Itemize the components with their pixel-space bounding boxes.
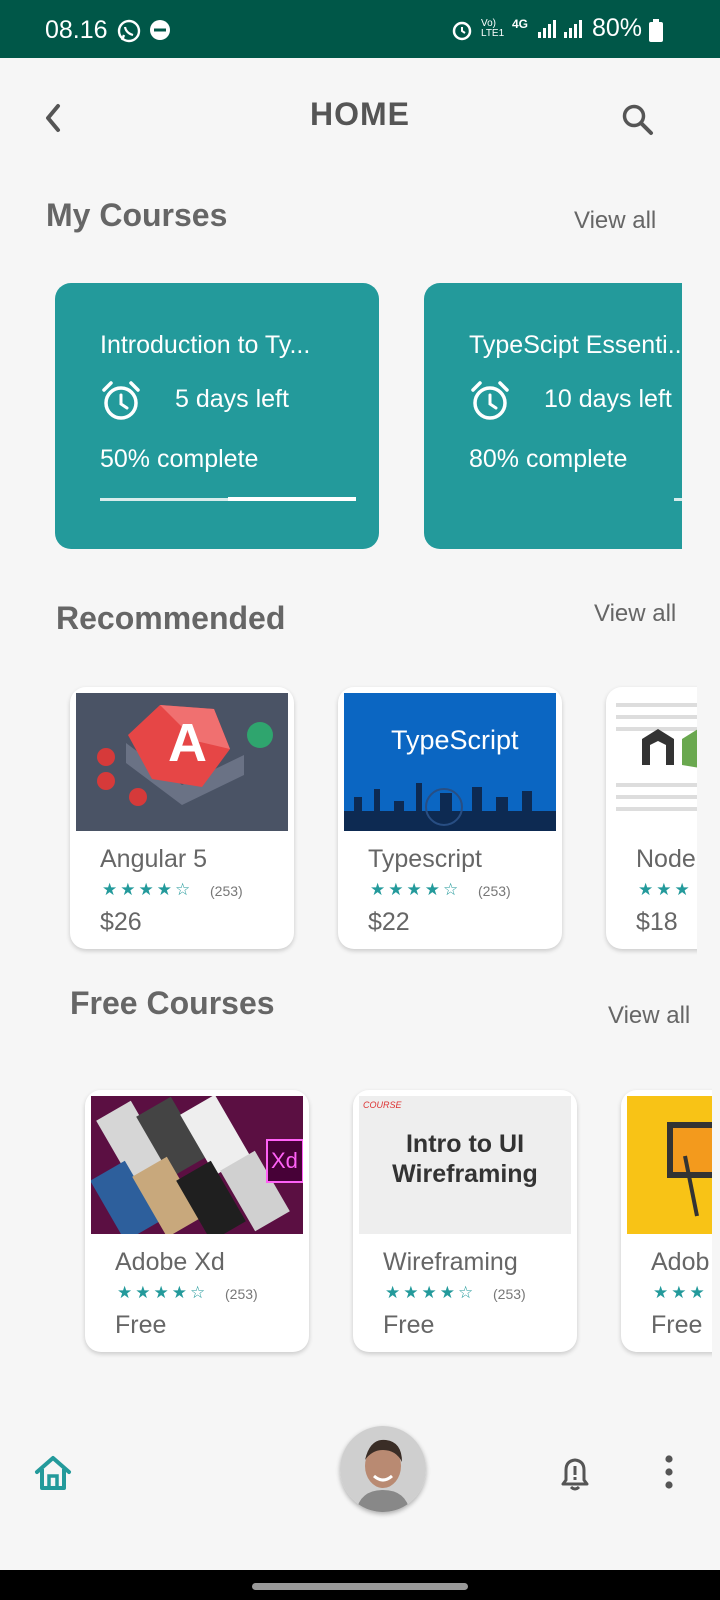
thumbnail-tag: COURSE	[363, 1100, 402, 1110]
course-price: Free	[383, 1311, 435, 1339]
star-rating: ★★★★☆	[102, 880, 194, 899]
angular-logo-icon: A	[97, 705, 273, 806]
rating-count: (253)	[478, 883, 511, 899]
progress-bar	[100, 497, 356, 501]
course-thumbnail: Xd	[91, 1096, 303, 1234]
course-card-adobe-xd[interactable]: Xd Adobe Xd ★★★★☆ (253) Free	[85, 1090, 309, 1352]
my-course-name: Introduction to Ty...	[100, 331, 311, 359]
course-price: $18	[636, 908, 678, 936]
course-price: $26	[100, 908, 142, 936]
progress-label: 50% complete	[100, 445, 259, 473]
progress-bar	[469, 497, 682, 501]
my-courses-carousel[interactable]: Introduction to Ty... 5 days left 50% co…	[0, 0, 682, 600]
free-courses-carousel[interactable]: Xd Adobe Xd ★★★★☆ (253) Free COURSE Intr…	[0, 1060, 712, 1360]
star-rating: ★★★★☆	[117, 1283, 209, 1302]
free-courses-title: Free Courses	[70, 985, 275, 1021]
star-rating: ★★★	[638, 880, 693, 899]
recommended-carousel[interactable]: A Angular 5 ★★★★☆ (253) $26 TypeScript T…	[0, 660, 697, 960]
course-thumbnail: TypeScript	[344, 693, 556, 831]
course-card-angular[interactable]: A Angular 5 ★★★★☆ (253) $26	[70, 687, 294, 949]
bottom-navigation	[0, 1410, 720, 1570]
rating-count: (253)	[210, 883, 243, 899]
rating-count: (253)	[225, 1286, 258, 1302]
progress-bar-fill	[469, 497, 674, 501]
progress-label: 80% complete	[469, 445, 628, 473]
home-gesture-bar[interactable]	[252, 1583, 468, 1590]
profile-photo	[340, 1426, 426, 1512]
days-left-label: 10 days left	[544, 385, 672, 413]
star-rating: ★★★★☆	[385, 1283, 477, 1302]
course-name: Adobe Xd	[115, 1248, 225, 1276]
city-skyline-image	[344, 783, 556, 831]
svg-text:A: A	[168, 713, 207, 773]
alarm-clock-icon	[102, 381, 140, 420]
home-icon[interactable]	[32, 1452, 74, 1494]
course-card-wireframing[interactable]: COURSE Intro to UI Wireframing Wireframi…	[353, 1090, 577, 1352]
course-name: Angular 5	[100, 845, 208, 873]
star-rating: ★★★★☆	[370, 880, 462, 899]
course-card-node[interactable]: Node ★★★ $18	[606, 687, 697, 949]
recommended-view-all-link[interactable]: View all	[594, 600, 676, 628]
alarm-clock-icon	[471, 381, 509, 420]
my-course-card[interactable]: Introduction to Ty... 5 days left 50% co…	[55, 283, 379, 549]
my-course-name: TypeScipt Essenti...	[469, 331, 682, 359]
course-price: Free	[115, 1311, 167, 1339]
star-rating: ★★★	[653, 1283, 708, 1302]
course-price: $22	[368, 908, 410, 936]
course-thumbnail: A	[76, 693, 288, 831]
days-left-label: 5 days left	[175, 385, 289, 413]
free-courses-view-all-link[interactable]: View all	[608, 1002, 690, 1030]
course-card-typescript[interactable]: TypeScript Typescript ★★★★☆ (253) $22	[338, 687, 562, 949]
bell-icon[interactable]	[557, 1454, 593, 1494]
recommended-title: Recommended	[56, 600, 286, 636]
course-price: Free	[651, 1311, 703, 1339]
more-icon[interactable]	[662, 1454, 676, 1490]
thumbnail-text-line-1: Intro to UI	[405, 1130, 525, 1158]
thumbnail-text-line-2: Wireframing	[392, 1160, 538, 1188]
my-course-card[interactable]: TypeScipt Essenti... 10 days left 80% co…	[424, 283, 682, 549]
course-thumbnail	[627, 1096, 712, 1234]
thumbnail-text: Xd	[271, 1148, 298, 1173]
course-name: Adob	[651, 1248, 710, 1276]
course-name: Wireframing	[383, 1248, 518, 1276]
system-navigation-bar	[0, 1570, 720, 1600]
course-name: Typescript	[368, 845, 482, 873]
rating-count: (253)	[493, 1286, 526, 1302]
course-name: Node	[636, 845, 696, 873]
adobe-illustration-image	[667, 1122, 712, 1217]
course-card-adobe[interactable]: Adob ★★★ Free	[621, 1090, 712, 1352]
course-thumbnail: COURSE Intro to UI Wireframing	[359, 1096, 571, 1234]
progress-bar-fill	[228, 497, 356, 501]
node-logo-icon	[616, 703, 697, 811]
course-thumbnail	[612, 693, 697, 831]
avatar[interactable]	[340, 1426, 426, 1512]
